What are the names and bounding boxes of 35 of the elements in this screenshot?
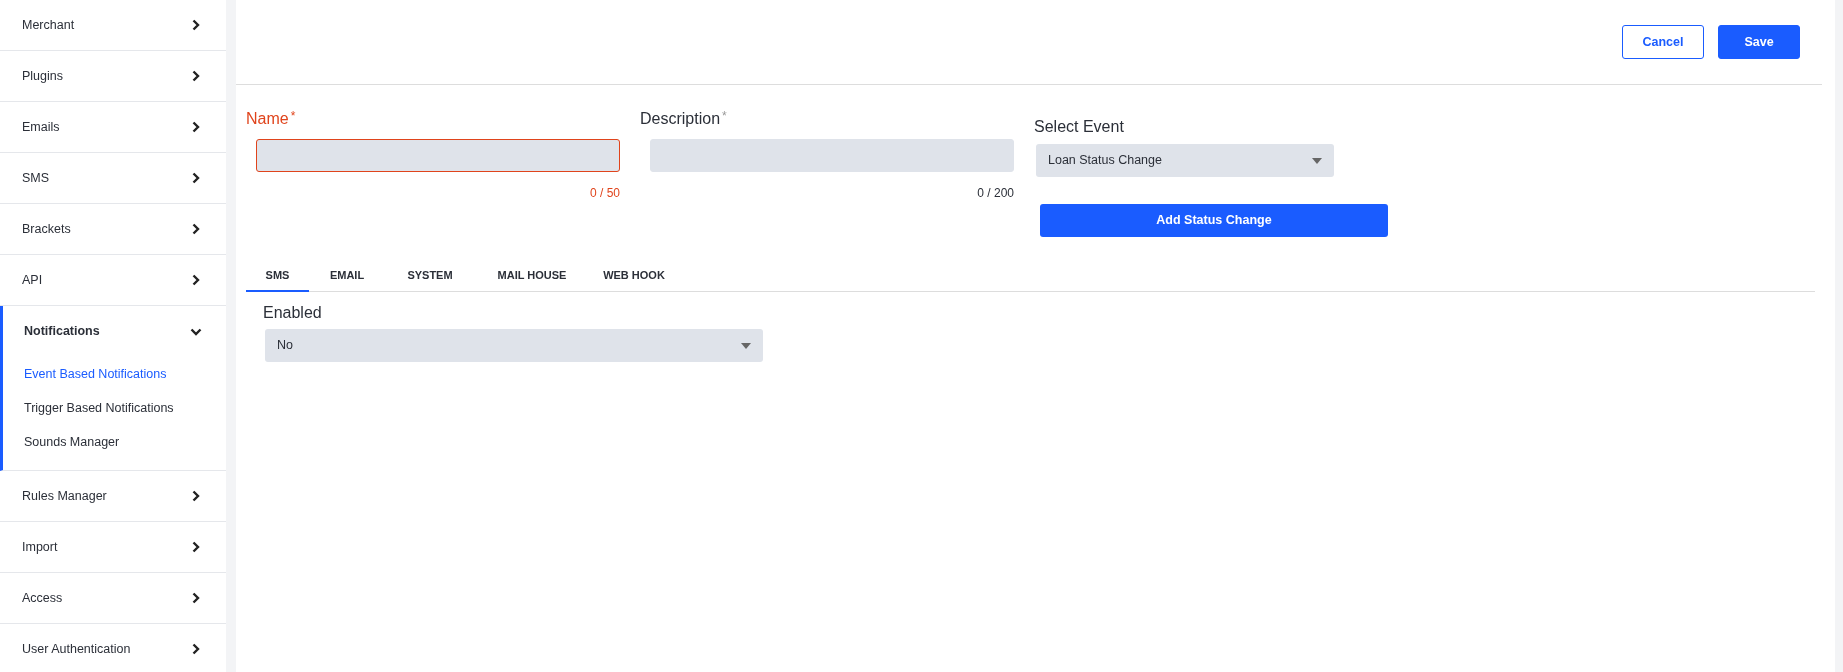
sidebar-item[interactable]: SMS [22, 168, 50, 188]
sidebar-item[interactable]: Brackets [22, 219, 71, 239]
sidebar-item[interactable]: Notifications [24, 322, 100, 341]
tab[interactable]: WEB HOOK [589, 257, 679, 292]
field-label: Name [246, 110, 289, 127]
tab[interactable]: SYSTEM [385, 257, 475, 292]
dropdown-caret-icon [741, 342, 751, 349]
sidebar-item[interactable]: Import [22, 537, 58, 557]
cancel-button[interactable]: Cancel [1622, 25, 1704, 59]
tab[interactable]: SMS [246, 257, 309, 292]
add-status-change-button[interactable]: Add Status Change [1040, 204, 1388, 237]
dropdown-field[interactable]: Loan Status Change [1036, 144, 1334, 177]
field-label: Description [640, 110, 721, 127]
sidebar-item[interactable]: Access [22, 588, 63, 608]
field-label: Select Event [1034, 117, 1125, 137]
save-button[interactable]: Save [1718, 25, 1800, 59]
field-label: Enabled [263, 303, 323, 323]
tab[interactable]: MAIL HOUSE [475, 257, 589, 292]
required-mark: * [722, 109, 727, 123]
sidebar-item[interactable]: Merchant [22, 15, 75, 35]
sidebar-item[interactable]: API [22, 270, 43, 290]
sidebar-subitem[interactable]: Event Based Notifications [24, 357, 167, 391]
character-counter: 0 / 50 [588, 185, 620, 202]
sidebar-subitem[interactable]: Trigger Based Notifications [24, 391, 174, 425]
dropdown-field[interactable]: No [265, 329, 763, 362]
dropdown-caret-icon [1312, 157, 1322, 164]
sidebar-item[interactable]: User Authentication [22, 639, 131, 659]
tab[interactable]: EMAIL [309, 257, 385, 292]
required-mark: * [290, 109, 296, 123]
sidebar-item[interactable]: Plugins [22, 66, 63, 86]
sidebar-subitem[interactable]: Sounds Manager [24, 425, 120, 459]
character-counter: 0 / 200 [976, 185, 1014, 202]
input-field[interactable] [256, 139, 620, 172]
sidebar-item[interactable]: Rules Manager [22, 486, 107, 506]
sidebar-item[interactable]: Emails [22, 117, 60, 137]
